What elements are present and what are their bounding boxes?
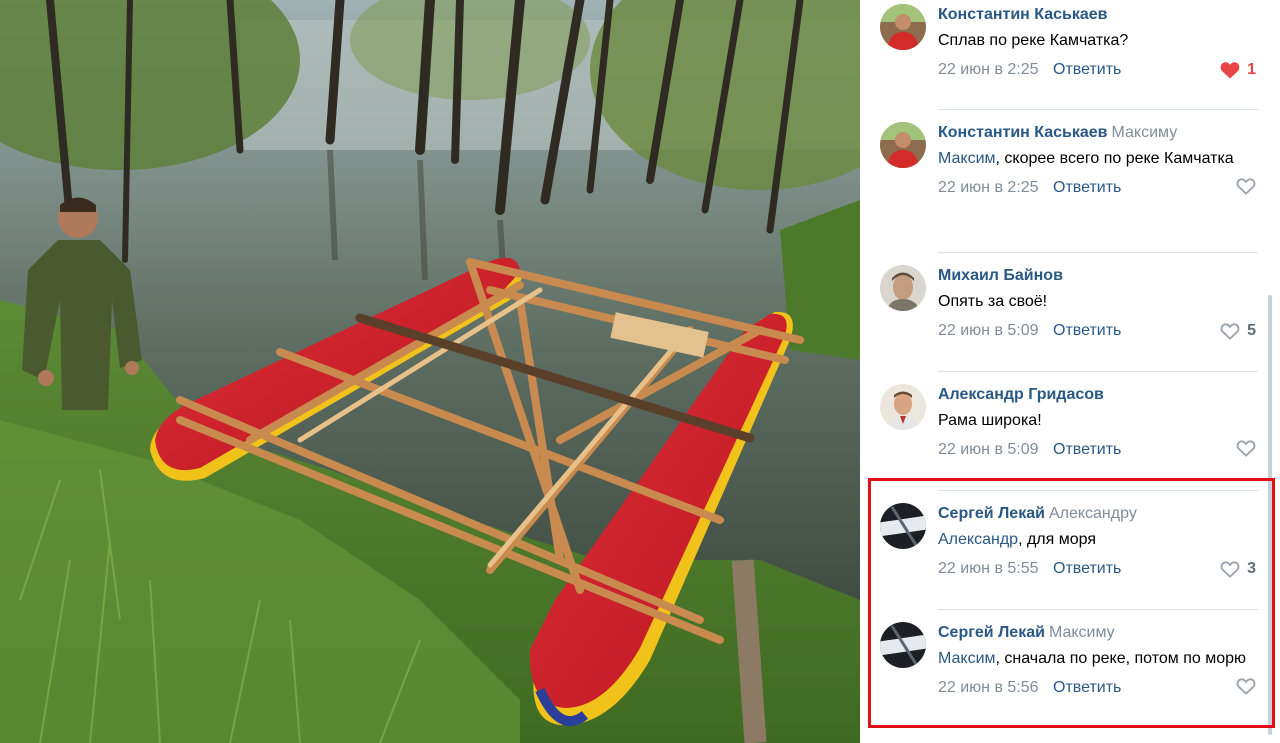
comment-text: Сплав по реке Камчатка? <box>938 28 1248 53</box>
comment-meta: 22 июн в 5:09 Ответить 5 <box>938 320 1258 342</box>
reply-button[interactable]: Ответить <box>1053 179 1121 196</box>
comment-author[interactable]: Константин Каськаев <box>938 6 1108 23</box>
catamaran-photo <box>0 0 860 743</box>
like-button[interactable]: 3 <box>1220 558 1256 580</box>
reply-button[interactable]: Ответить <box>1053 441 1121 458</box>
like-button[interactable] <box>1236 439 1256 457</box>
heart-outline-icon <box>1220 323 1240 340</box>
comment-addressee[interactable]: Максим <box>938 650 996 667</box>
like-count: 1 <box>1247 61 1256 78</box>
comment-meta: 22 июн в 2:25 Ответить 1 <box>938 59 1258 81</box>
comment-body: , сначала по реке, потом по морю <box>995 650 1246 667</box>
comment-header: Михаил Байнов <box>938 265 1258 287</box>
comment-body: Опять за своё! <box>938 293 1048 310</box>
comment-meta: 22 июн в 5:09 Ответить <box>938 439 1258 461</box>
comment-divider <box>938 609 1258 610</box>
reply-button[interactable]: Ответить <box>1053 560 1121 577</box>
comment-meta: 22 июн в 2:25 Ответить <box>938 177 1258 199</box>
comment-divider <box>938 109 1258 110</box>
comment-text: Александр, для моря <box>938 527 1248 552</box>
comment-date[interactable]: 22 июн в 2:25 <box>938 61 1039 78</box>
comment-date[interactable]: 22 июн в 5:56 <box>938 679 1039 696</box>
heart-outline-icon <box>1220 561 1240 578</box>
comment-body: , для моря <box>1018 531 1097 548</box>
like-button[interactable]: 1 <box>1220 59 1256 81</box>
comment-meta: 22 июн в 5:56 Ответить <box>938 677 1258 699</box>
avatar[interactable] <box>880 622 926 668</box>
comment-date[interactable]: 22 июн в 5:09 <box>938 322 1039 339</box>
heart-outline-icon <box>1236 178 1256 195</box>
comment-author[interactable]: Сергей Лекай <box>938 505 1045 522</box>
scrollbar[interactable] <box>1268 295 1272 735</box>
comment-date[interactable]: 22 июн в 5:09 <box>938 441 1039 458</box>
heart-outline-icon <box>1236 440 1256 457</box>
comment-body: , скорее всего по реке Камчатка <box>995 150 1234 167</box>
comment-text: Максим, сначала по реке, потом по морю <box>938 646 1248 671</box>
comment-author[interactable]: Михаил Байнов <box>938 267 1063 284</box>
comment-body: Сплав по реке Камчатка? <box>938 32 1129 49</box>
comment-header: Александр Гридасов <box>938 384 1258 406</box>
comment-date[interactable]: 22 июн в 5:55 <box>938 560 1039 577</box>
like-button[interactable] <box>1236 177 1256 195</box>
comments-panel: Константин Каськаев Сплав по реке Камчат… <box>860 0 1280 743</box>
comment-header: Сергей Лекай Максиму <box>938 622 1258 644</box>
like-count: 3 <box>1247 560 1256 577</box>
comment-author[interactable]: Константин Каськаев <box>938 124 1108 141</box>
comment-text: Опять за своё! <box>938 289 1248 314</box>
heart-filled-icon <box>1220 62 1240 79</box>
comment-text: Максим, скорее всего по реке Камчатка <box>938 146 1248 171</box>
comment-addressee[interactable]: Александр <box>938 531 1018 548</box>
post-photo[interactable] <box>0 0 860 743</box>
like-button[interactable]: 5 <box>1220 320 1256 342</box>
comment-addressee[interactable]: Максим <box>938 150 996 167</box>
comment-body: Рама широка! <box>938 412 1042 429</box>
like-button[interactable] <box>1236 677 1256 695</box>
comment-author[interactable]: Александр Гридасов <box>938 386 1104 403</box>
comment-author[interactable]: Сергей Лекай <box>938 624 1045 641</box>
comment-text: Рама широка! <box>938 408 1248 433</box>
heart-outline-icon <box>1236 678 1256 695</box>
avatar[interactable] <box>880 122 926 168</box>
reply-button[interactable]: Ответить <box>1053 322 1121 339</box>
comment-header: Сергей Лекай Александру <box>938 503 1258 525</box>
comment-divider <box>938 252 1258 253</box>
avatar[interactable] <box>880 4 926 50</box>
reply-target[interactable]: Максиму <box>1049 624 1115 641</box>
comment-date[interactable]: 22 июн в 2:25 <box>938 179 1039 196</box>
comment-divider <box>938 371 1258 372</box>
like-count: 5 <box>1247 322 1256 339</box>
comment-divider <box>938 490 1258 491</box>
reply-target[interactable]: Максиму <box>1112 124 1178 141</box>
avatar[interactable] <box>880 265 926 311</box>
avatar[interactable] <box>880 503 926 549</box>
reply-button[interactable]: Ответить <box>1053 679 1121 696</box>
reply-target[interactable]: Александру <box>1049 505 1137 522</box>
reply-button[interactable]: Ответить <box>1053 61 1121 78</box>
comment-header: Константин Каськаев <box>938 4 1258 26</box>
comment-header: Константин Каськаев Максиму <box>938 122 1258 144</box>
comment-meta: 22 июн в 5:55 Ответить 3 <box>938 558 1258 580</box>
avatar[interactable] <box>880 384 926 430</box>
